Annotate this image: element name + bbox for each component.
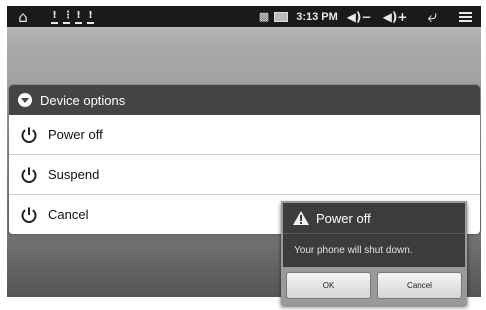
notification-icons[interactable]: ! ⋮ ! ! (51, 6, 94, 27)
power-icon (17, 123, 41, 147)
option-suspend[interactable]: Suspend (9, 155, 480, 195)
power-icon (17, 203, 41, 227)
notification-icon: ! (87, 11, 94, 24)
ok-button[interactable]: OK (286, 271, 371, 299)
option-label: Power off (48, 127, 103, 142)
menu-icon[interactable] (456, 6, 474, 27)
status-bar: ⌂ ! ⋮ ! ! ▩ 3:13 PM ◀)− ◀)+ ⤶ (7, 6, 481, 27)
popup-message: Your phone will shut down. (294, 244, 413, 256)
option-power-off[interactable]: Power off (9, 115, 480, 155)
notification-icon: ! (51, 11, 58, 24)
back-icon[interactable]: ⤶ (419, 6, 445, 27)
status-time: 3:13 PM (296, 10, 338, 23)
popup-title: Power off (316, 210, 371, 226)
popup-title-bar: Power off (283, 203, 465, 234)
sim-icon: ▩ (258, 10, 270, 23)
warning-icon (292, 210, 310, 226)
notification-icon: ! (75, 11, 82, 24)
notification-icon: ⋮ (63, 11, 73, 24)
popup-button-bar: OK Cancel (283, 267, 465, 303)
chevron-down-icon (18, 93, 32, 107)
home-icon[interactable]: ⌂ (13, 6, 33, 27)
option-label: Cancel (48, 207, 89, 222)
power-off-confirm-dialog: Power off Your phone will shut down. OK … (281, 201, 467, 305)
dialog-title: Device options (40, 92, 126, 108)
volume-down-icon[interactable]: ◀)− (345, 6, 373, 27)
volume-up-icon[interactable]: ◀)+ (381, 6, 409, 27)
power-icon (17, 163, 41, 187)
option-label: Suspend (48, 167, 100, 182)
cancel-button[interactable]: Cancel (377, 271, 462, 299)
dialog-title-bar: Device options (9, 85, 480, 115)
battery-icon (273, 6, 289, 27)
